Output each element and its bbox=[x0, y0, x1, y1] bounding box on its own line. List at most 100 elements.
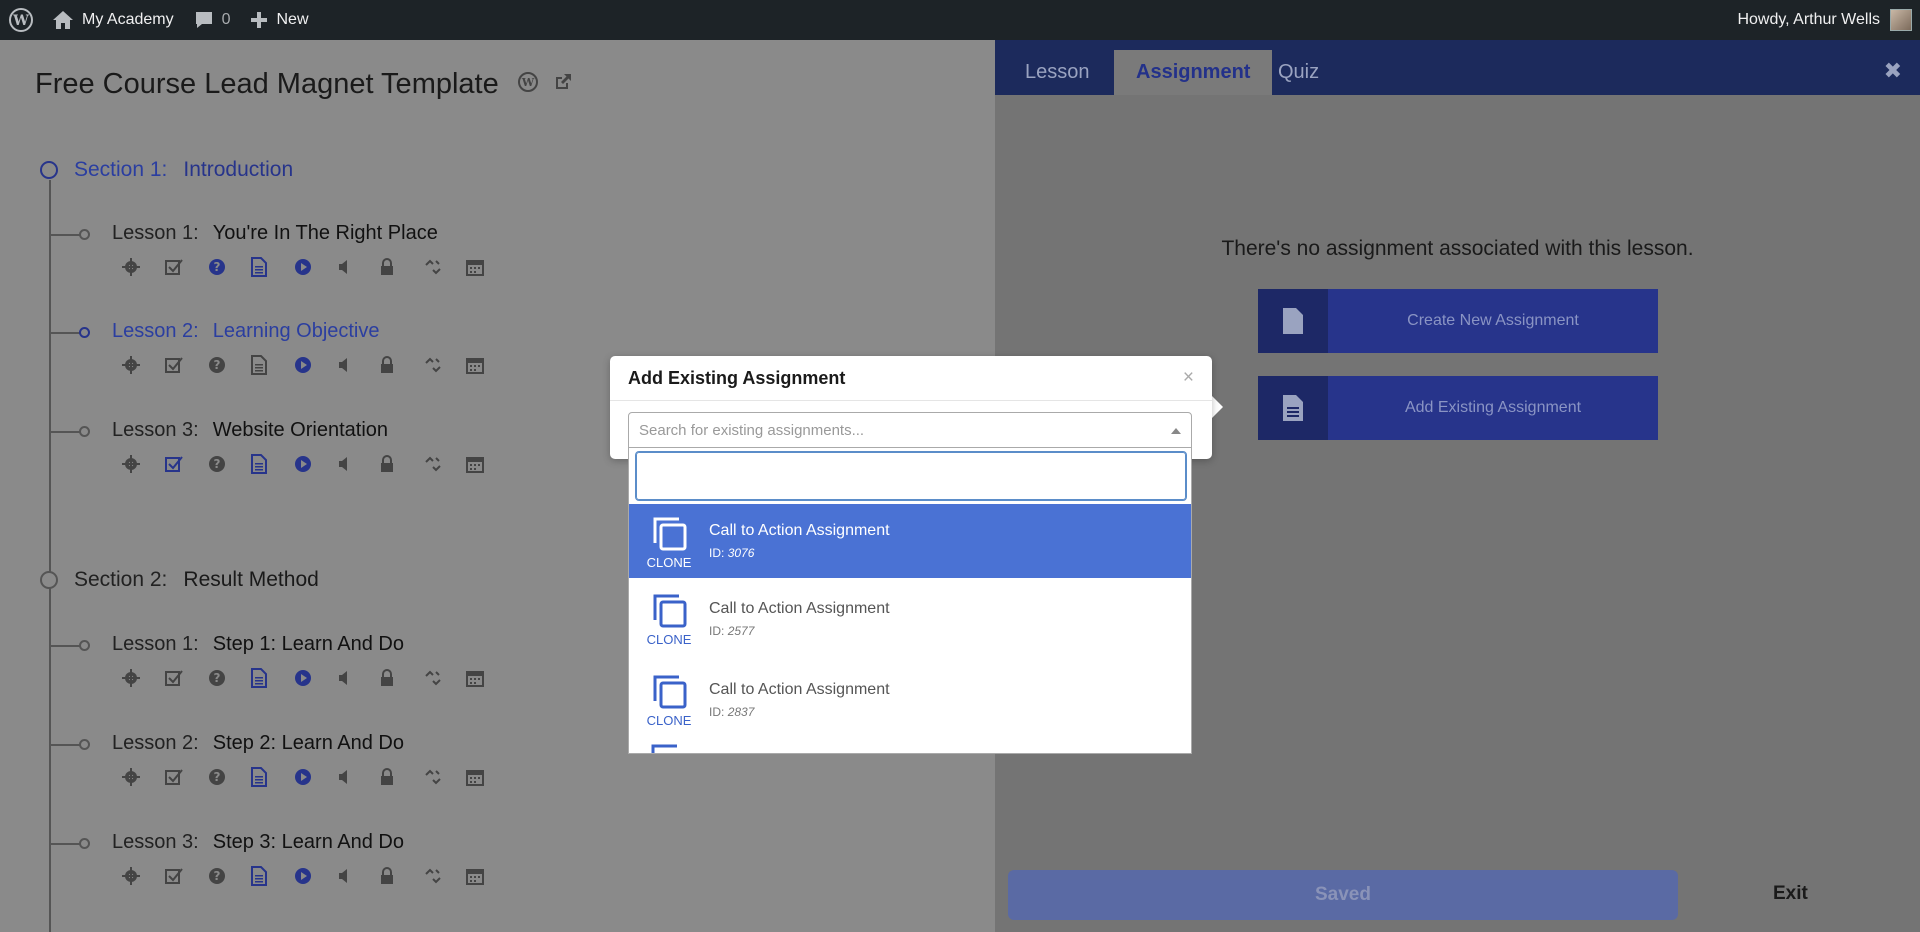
lock-icon[interactable] bbox=[380, 256, 423, 278]
question-icon[interactable]: ? bbox=[208, 354, 251, 376]
audio-icon[interactable] bbox=[337, 766, 380, 788]
assignment-select[interactable]: Search for existing assignments... bbox=[628, 412, 1192, 448]
play-icon[interactable] bbox=[294, 453, 337, 475]
audio-icon[interactable] bbox=[337, 667, 380, 689]
document-icon[interactable] bbox=[251, 354, 294, 376]
svg-text:?: ? bbox=[214, 671, 221, 685]
checkbox-icon[interactable] bbox=[165, 865, 208, 887]
document-icon[interactable] bbox=[251, 766, 294, 788]
saved-button[interactable]: Saved bbox=[1008, 870, 1678, 920]
question-icon[interactable]: ? bbox=[208, 256, 251, 278]
create-assignment-button[interactable]: Create New Assignment bbox=[1258, 289, 1658, 353]
unlink-icon[interactable] bbox=[423, 354, 466, 376]
wordpress-logo-button[interactable]: W bbox=[0, 0, 42, 40]
unlink-icon[interactable] bbox=[423, 667, 466, 689]
new-content-link[interactable]: New bbox=[241, 0, 319, 40]
file-icon bbox=[1258, 289, 1328, 353]
tab-quiz[interactable]: Quiz bbox=[1256, 50, 1341, 95]
new-label: New bbox=[276, 11, 309, 28]
question-icon[interactable]: ? bbox=[208, 667, 251, 689]
document-icon[interactable] bbox=[251, 865, 294, 887]
checkbox-icon[interactable] bbox=[165, 766, 208, 788]
add-existing-assignment-modal: Add Existing Assignment × Search for exi… bbox=[610, 356, 1212, 459]
lock-icon[interactable] bbox=[380, 354, 423, 376]
section-1[interactable]: Section 1: Introduction bbox=[40, 158, 293, 182]
result-item[interactable]: CLONE Call to Action Assignment ID: 3076 bbox=[629, 504, 1191, 578]
checkbox-icon[interactable] bbox=[165, 256, 208, 278]
audio-icon[interactable] bbox=[337, 453, 380, 475]
audio-icon[interactable] bbox=[337, 354, 380, 376]
svg-text:W: W bbox=[12, 13, 29, 29]
result-item[interactable]: CLONE Call to Action Assignment ID: 2577 bbox=[629, 578, 1191, 659]
question-icon[interactable]: ? bbox=[208, 766, 251, 788]
comments-count: 0 bbox=[221, 11, 231, 28]
gear-icon[interactable] bbox=[122, 354, 165, 376]
dropdown-search-input[interactable] bbox=[635, 451, 1187, 501]
clone-button[interactable]: CLONE bbox=[629, 671, 709, 728]
panel-tabs: Lesson Assignment Quiz ✖ bbox=[995, 40, 1920, 95]
clone-button[interactable]: CLONE bbox=[629, 590, 709, 647]
wordpress-edit-icon[interactable]: W bbox=[517, 71, 539, 98]
clone-icon bbox=[651, 744, 677, 753]
calendar-icon[interactable] bbox=[466, 667, 509, 689]
lesson-prefix: Lesson 1: bbox=[112, 222, 199, 244]
calendar-icon[interactable] bbox=[466, 865, 509, 887]
checkbox-icon[interactable] bbox=[165, 667, 208, 689]
section-2[interactable]: Section 2: Result Method bbox=[40, 568, 319, 592]
lesson-toolbar: ? bbox=[122, 766, 509, 788]
external-link-icon[interactable] bbox=[553, 72, 573, 97]
play-icon[interactable] bbox=[294, 766, 337, 788]
unlink-icon[interactable] bbox=[423, 766, 466, 788]
play-icon[interactable] bbox=[294, 354, 337, 376]
wordpress-icon: W bbox=[9, 8, 33, 32]
close-modal-button[interactable]: × bbox=[1183, 367, 1194, 389]
clone-button[interactable]: CLONE bbox=[629, 513, 709, 570]
unlink-icon[interactable] bbox=[423, 453, 466, 475]
add-existing-assignment-button[interactable]: Add Existing Assignment bbox=[1258, 376, 1658, 440]
gear-icon[interactable] bbox=[122, 256, 165, 278]
lesson-prefix: Lesson 2: bbox=[112, 320, 199, 342]
my-account-link[interactable]: Howdy, Arthur Wells bbox=[1737, 0, 1912, 40]
lock-icon[interactable] bbox=[380, 453, 423, 475]
play-icon[interactable] bbox=[294, 667, 337, 689]
file-text-icon bbox=[1258, 376, 1328, 440]
document-icon[interactable] bbox=[251, 453, 294, 475]
exit-button[interactable]: Exit bbox=[1773, 883, 1808, 905]
calendar-icon[interactable] bbox=[466, 453, 509, 475]
calendar-icon[interactable] bbox=[466, 256, 509, 278]
question-icon[interactable]: ? bbox=[208, 865, 251, 887]
result-item-partial[interactable] bbox=[629, 740, 1191, 753]
tab-assignment[interactable]: Assignment bbox=[1114, 50, 1273, 95]
lock-icon[interactable] bbox=[380, 667, 423, 689]
course-title: Free Course Lead Magnet Template bbox=[35, 68, 499, 100]
calendar-icon[interactable] bbox=[466, 354, 509, 376]
site-name-link[interactable]: My Academy bbox=[42, 0, 184, 40]
calendar-icon[interactable] bbox=[466, 766, 509, 788]
document-icon[interactable] bbox=[251, 256, 294, 278]
comment-icon bbox=[195, 12, 212, 28]
result-item[interactable]: CLONE Call to Action Assignment ID: 2837 bbox=[629, 659, 1191, 740]
checkbox-icon[interactable] bbox=[165, 453, 208, 475]
gear-icon[interactable] bbox=[122, 865, 165, 887]
select-placeholder: Search for existing assignments... bbox=[639, 421, 865, 439]
svg-text:?: ? bbox=[214, 358, 221, 372]
close-panel-button[interactable]: ✖ bbox=[1884, 58, 1902, 84]
tab-lesson[interactable]: Lesson bbox=[1003, 50, 1112, 95]
comments-link[interactable]: 0 bbox=[184, 0, 241, 40]
audio-icon[interactable] bbox=[337, 256, 380, 278]
gear-icon[interactable] bbox=[122, 453, 165, 475]
gear-icon[interactable] bbox=[122, 667, 165, 689]
gear-icon[interactable] bbox=[122, 766, 165, 788]
lesson-toolbar: ? bbox=[122, 256, 509, 278]
unlink-icon[interactable] bbox=[423, 256, 466, 278]
play-icon[interactable] bbox=[294, 865, 337, 887]
audio-icon[interactable] bbox=[337, 865, 380, 887]
checkbox-icon[interactable] bbox=[165, 354, 208, 376]
unlink-icon[interactable] bbox=[423, 865, 466, 887]
document-icon[interactable] bbox=[251, 667, 294, 689]
question-icon[interactable]: ? bbox=[208, 453, 251, 475]
lock-icon[interactable] bbox=[380, 865, 423, 887]
section-node bbox=[40, 161, 58, 179]
lock-icon[interactable] bbox=[380, 766, 423, 788]
play-icon[interactable] bbox=[294, 256, 337, 278]
